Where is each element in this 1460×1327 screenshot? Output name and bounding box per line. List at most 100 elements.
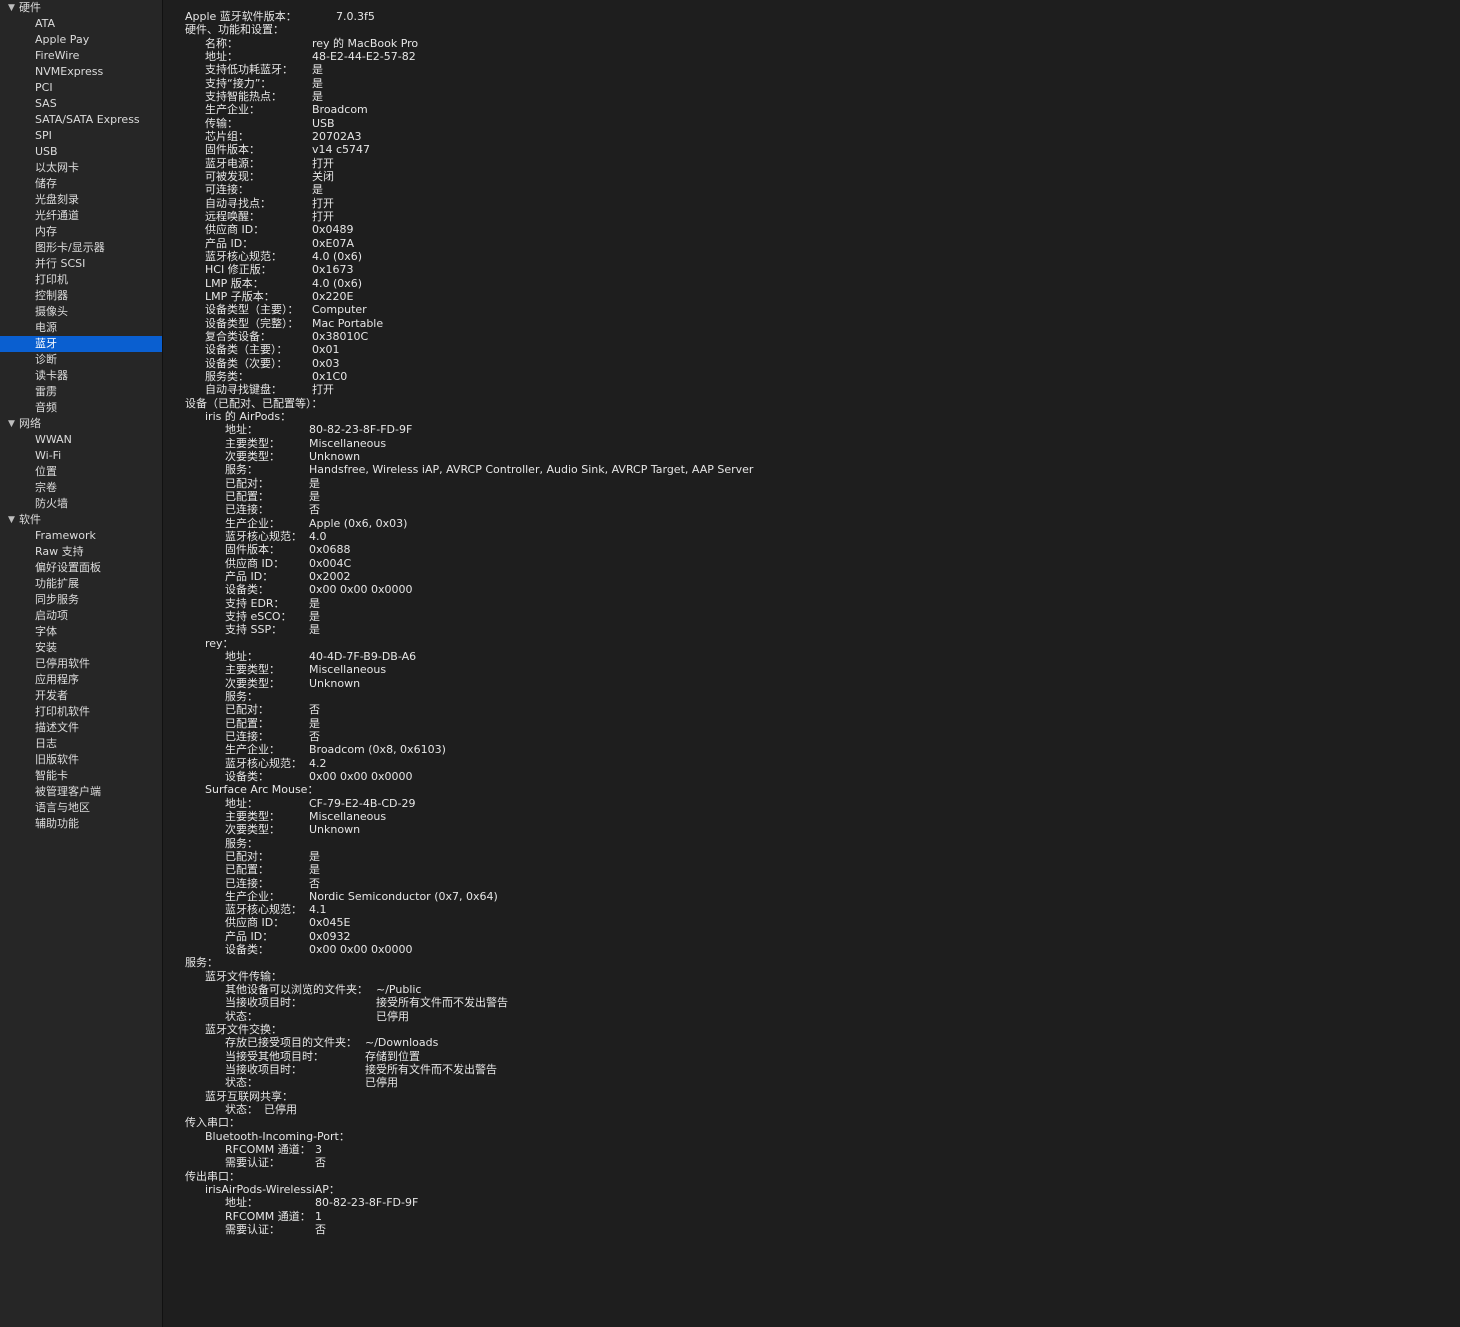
detail-value: Miscellaneous [309,809,387,823]
sidebar-group-header[interactable]: ▼ 硬件 [0,0,163,16]
detail-label: 产品 ID： [225,569,274,583]
sidebar-item[interactable]: 开发者 [0,688,162,704]
sidebar-group-header[interactable]: ▼ 网络 [0,416,163,432]
detail-value: 4.0 (0x6) [312,249,363,263]
disclosure-triangle-icon[interactable]: ▼ [8,0,15,16]
sidebar-item[interactable]: 打印机 [0,272,162,288]
detail-value: Apple (0x6, 0x03) [309,516,408,530]
sidebar-item[interactable]: 电源 [0,320,162,336]
sidebar-item[interactable]: 被管理客户端 [0,784,162,800]
detail-value: 0x01 [312,343,340,357]
detail-row: RFCOMM 通道： 3 [164,1143,1454,1157]
sidebar-item[interactable]: 并行 SCSI [0,256,162,272]
sidebar-item[interactable]: 以太网卡 [0,160,162,176]
sidebar-item[interactable]: 描述文件 [0,720,162,736]
sidebar-item[interactable]: SPI [0,128,162,144]
detail-row: 次要类型： Unknown [164,677,1454,691]
detail-label: 需要认证： [225,1156,280,1170]
detail-label: 需要认证： [225,1223,280,1236]
detail-row: 次要类型： Unknown [164,823,1454,837]
sidebar-item[interactable]: 安装 [0,640,162,656]
detail-row: 当接收项目时： 接受所有文件而不发出警告 [164,1063,1454,1077]
detail-value: 0x0688 [309,543,351,557]
detail-label: 蓝牙核心规范： [205,249,282,263]
sidebar-item[interactable]: 音频 [0,400,162,416]
detail-value: 0x2002 [309,569,351,583]
detail-label: 可被发现： [205,170,260,183]
detail-value: Unknown [309,449,361,463]
detail-label: 服务： [225,836,258,850]
detail-row: 服务： [164,837,1454,851]
sidebar-item[interactable]: Wi-Fi [0,448,162,464]
sidebar-item[interactable]: 日志 [0,736,162,752]
sidebar-item[interactable]: 字体 [0,624,162,640]
detail-value: Broadcom (0x8, 0x6103) [309,743,446,757]
sidebar-item[interactable]: SATA/SATA Express [0,112,162,128]
sidebar-item[interactable]: Framework [0,528,162,544]
sidebar-item[interactable]: 智能卡 [0,768,162,784]
detail-label: 已配对： [225,703,269,717]
detail-value: 否 [309,876,320,890]
detail-label: 服务： [225,689,258,703]
sidebar-item[interactable]: 光盘刻录 [0,192,162,208]
detail-row: 生产企业： Apple (0x6, 0x03) [164,517,1454,531]
sidebar-item[interactable]: SAS [0,96,162,112]
sidebar-item[interactable]: 蓝牙 [0,336,162,352]
detail-value: 20702A3 [312,130,362,143]
sidebar-item[interactable]: 控制器 [0,288,162,304]
detail-row: 地址： CF-79-E2-4B-CD-29 [164,797,1454,811]
sidebar-item[interactable]: 功能扩展 [0,576,162,592]
disclosure-triangle-icon[interactable]: ▼ [8,416,15,432]
detail-label: Apple 蓝牙软件版本： [185,10,297,23]
sidebar-item[interactable]: WWAN [0,432,162,448]
detail-value: 0x1673 [312,263,354,277]
detail-row: rey： [164,637,1454,651]
sidebar-item[interactable]: 启动项 [0,608,162,624]
detail-row: 复合类设备： 0x38010C [164,330,1454,344]
detail-label: 支持“接力”： [205,76,272,90]
sidebar-item[interactable]: 旧版软件 [0,752,162,768]
detail-label: 设备类： [225,583,269,597]
sidebar-item[interactable]: 偏好设置面板 [0,560,162,576]
sidebar-item[interactable]: 应用程序 [0,672,162,688]
sidebar-item[interactable]: Raw 支持 [0,544,162,560]
sidebar-item[interactable]: PCI [0,80,162,96]
detail-row: 服务： [164,956,1454,970]
sidebar-item[interactable]: Apple Pay [0,32,162,48]
sidebar-item[interactable]: 诊断 [0,352,162,368]
sidebar-item[interactable]: 打印机软件 [0,704,162,720]
detail-row: 设备类： 0x00 0x00 0x0000 [164,770,1454,784]
sidebar-item[interactable]: 辅助功能 [0,816,162,832]
detail-row: HCI 修正版： 0x1673 [164,263,1454,277]
sidebar-item[interactable]: 已停用软件 [0,656,162,672]
detail-row: 支持低功耗蓝牙： 是 [164,63,1454,77]
detail-value: 0x004C [309,556,352,570]
sidebar-item[interactable]: 防火墙 [0,496,162,512]
detail-row: 蓝牙核心规范： 4.2 [164,757,1454,771]
detail-label: 已配对： [225,849,269,863]
sidebar-item[interactable]: USB [0,144,162,160]
sidebar-item[interactable]: NVMExpress [0,64,162,80]
sidebar-item[interactable]: 储存 [0,176,162,192]
sidebar-item[interactable]: 摄像头 [0,304,162,320]
detail-value: 存储到位置 [365,1049,420,1063]
detail-label: 服务： [225,463,258,477]
sidebar-item[interactable]: 位置 [0,464,162,480]
detail-value: 否 [309,503,320,517]
sidebar-item[interactable]: FireWire [0,48,162,64]
sidebar-item[interactable]: 图形卡/显示器 [0,240,162,256]
sidebar-item[interactable]: 内存 [0,224,162,240]
sidebar-item[interactable]: 光纤通道 [0,208,162,224]
sidebar-item[interactable]: 读卡器 [0,368,162,384]
sidebar-item[interactable]: 宗卷 [0,480,162,496]
disclosure-triangle-icon[interactable]: ▼ [8,512,15,528]
sidebar-item[interactable]: 语言与地区 [0,800,162,816]
sidebar-group-header[interactable]: ▼ 软件 [0,512,163,528]
detail-value: 0x0489 [312,223,354,237]
detail-row: 固件版本： 0x0688 [164,543,1454,557]
detail-row: 主要类型： Miscellaneous [164,810,1454,824]
sidebar-item[interactable]: 雷雳 [0,384,162,400]
detail-value: 打开 [312,196,334,210]
sidebar-item[interactable]: ATA [0,16,162,32]
sidebar-item[interactable]: 同步服务 [0,592,162,608]
